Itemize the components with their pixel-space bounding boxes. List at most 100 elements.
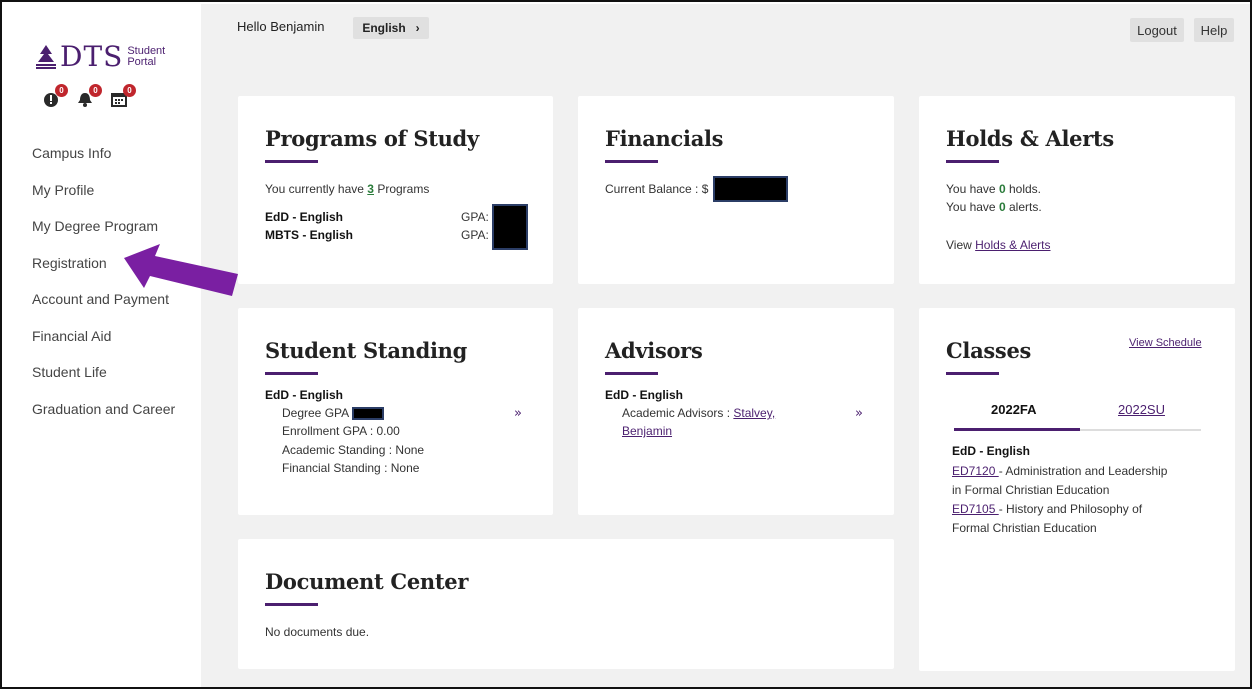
programs-summary-prefix: You currently have bbox=[265, 182, 368, 196]
redacted-balance bbox=[713, 176, 788, 202]
course-title: - History and Philosophy of bbox=[998, 502, 1143, 516]
advisors-label: Academic Advisors : bbox=[622, 406, 734, 420]
degree-gpa-label: Degree GPA bbox=[282, 406, 349, 420]
greeting: Hello Benjamin bbox=[237, 19, 325, 34]
card-title: Advisors bbox=[605, 338, 703, 363]
holds-prefix: You have bbox=[946, 182, 999, 196]
alerts-count-text: You have 0 alerts. bbox=[946, 198, 1042, 217]
advisor-name-link-2[interactable]: Benjamin bbox=[622, 424, 672, 438]
alerts-count: 0 bbox=[998, 200, 1006, 214]
annotation-arrow-icon bbox=[124, 244, 238, 296]
programs-summary-suffix: Programs bbox=[373, 182, 430, 196]
bell-icon[interactable]: 0 bbox=[76, 84, 102, 108]
title-underline bbox=[946, 372, 999, 375]
view-holds-prefix: View bbox=[946, 238, 976, 252]
top-bar: Hello Benjamin English › Logout Help bbox=[201, 4, 1250, 50]
holds-alerts-card: Holds & Alerts You have 0 holds. You hav… bbox=[919, 96, 1235, 284]
view-holds-text: View Holds & Alerts bbox=[946, 236, 1051, 255]
chevron-right-icon: › bbox=[415, 21, 420, 35]
programs-summary: You currently have 3 Programs bbox=[265, 180, 429, 199]
enrollment-gpa: Enrollment GPA : 0.00 bbox=[282, 424, 400, 438]
title-underline bbox=[265, 603, 318, 606]
classes-program: EdD - English bbox=[952, 444, 1030, 458]
program-name: EdD - English bbox=[265, 210, 343, 224]
sidebar-item-student-life[interactable]: Student Life bbox=[32, 361, 175, 398]
language-label: English bbox=[362, 21, 406, 35]
holds-count-text: You have 0 holds. bbox=[946, 180, 1041, 199]
logo-sub-portal: Portal bbox=[127, 55, 157, 68]
advisors-card: Advisors EdD - English Academic Advisors… bbox=[578, 308, 894, 515]
financials-card: Financials Current Balance : $ bbox=[578, 96, 894, 284]
sidebar-item-campus-info[interactable]: Campus Info bbox=[32, 142, 175, 179]
title-underline bbox=[946, 160, 999, 163]
advisor-name-link[interactable]: Stalvey, bbox=[733, 406, 775, 420]
portal-window: DTS Student Portal 0 0 0 Campus Info My … bbox=[0, 0, 1252, 689]
card-title: Programs of Study bbox=[265, 126, 479, 151]
programs-count[interactable]: 3 bbox=[367, 182, 374, 196]
logo-text: DTS bbox=[60, 40, 124, 73]
programs-card: Programs of Study You currently have 3 P… bbox=[238, 96, 553, 284]
tab-2022su[interactable]: 2022SU bbox=[1118, 402, 1165, 417]
sidebar-item-financial-aid[interactable]: Financial Aid bbox=[32, 325, 175, 362]
classes-card: Classes View Schedule 2022FA 2022SU EdD … bbox=[919, 308, 1235, 671]
notification-icons: 0 0 0 bbox=[42, 84, 136, 108]
language-selector[interactable]: English › bbox=[353, 17, 429, 39]
logo-subtitle: Student Portal bbox=[127, 45, 165, 68]
help-button[interactable]: Help bbox=[1194, 18, 1234, 42]
document-center-card: Document Center No documents due. bbox=[238, 539, 894, 669]
student-standing-card: Student Standing EdD - English Degree GP… bbox=[238, 308, 553, 515]
alert-count-badge: 0 bbox=[55, 84, 68, 97]
title-underline bbox=[265, 372, 318, 375]
holds-suffix: holds. bbox=[1005, 182, 1041, 196]
advisor-name-line2: Benjamin bbox=[622, 422, 672, 441]
logo-mark-icon bbox=[36, 44, 56, 69]
bell-count-badge: 0 bbox=[89, 84, 102, 97]
redacted-degree-gpa bbox=[351, 407, 384, 421]
program-name: MBTS - English bbox=[265, 228, 353, 242]
course-title: - Administration and Leadership bbox=[998, 464, 1168, 478]
alerts-prefix: You have bbox=[946, 200, 999, 214]
course-line: ED7120 - Administration and Leadership bbox=[952, 462, 1167, 481]
main-content: Hello Benjamin English › Logout Help Pro… bbox=[201, 4, 1250, 687]
calendar-count-badge: 0 bbox=[123, 84, 136, 97]
course-code-link[interactable]: ED7120 bbox=[952, 464, 999, 478]
view-schedule-link[interactable]: View Schedule bbox=[1129, 334, 1202, 353]
sidebar-item-my-profile[interactable]: My Profile bbox=[32, 179, 175, 216]
alerts-suffix: alerts. bbox=[1005, 200, 1042, 214]
degree-gpa: Degree GPA bbox=[282, 404, 384, 423]
holds-count: 0 bbox=[998, 182, 1006, 196]
title-underline bbox=[265, 160, 318, 163]
standing-program: EdD - English bbox=[265, 388, 343, 402]
alert-icon[interactable]: 0 bbox=[42, 84, 68, 108]
academic-advisors: Academic Advisors : Stalvey, bbox=[622, 404, 775, 423]
advisors-program: EdD - English bbox=[605, 388, 683, 402]
course-line: ED7105 - History and Philosophy of bbox=[952, 500, 1142, 519]
program-gpa-label: GPA: bbox=[461, 228, 489, 242]
current-balance: Current Balance : $ bbox=[605, 182, 709, 196]
course-code-link[interactable]: ED7105 bbox=[952, 502, 999, 516]
sidebar-item-graduation-and-career[interactable]: Graduation and Career bbox=[32, 398, 175, 435]
card-title: Classes bbox=[946, 338, 1032, 363]
title-underline bbox=[605, 160, 658, 163]
card-title: Financials bbox=[605, 126, 724, 151]
redacted-gpa bbox=[492, 204, 528, 250]
card-title: Holds & Alerts bbox=[946, 126, 1114, 151]
title-underline bbox=[605, 372, 658, 375]
sidebar: DTS Student Portal 0 0 0 Campus Info My … bbox=[4, 4, 201, 687]
course-title-cont: Formal Christian Education bbox=[952, 521, 1097, 535]
course-title-cont: in Formal Christian Education bbox=[952, 483, 1110, 497]
tab-2022fa[interactable]: 2022FA bbox=[991, 402, 1037, 417]
double-chevron-right-icon[interactable]: » bbox=[855, 406, 863, 421]
academic-standing: Academic Standing : None bbox=[282, 443, 425, 457]
card-title: Student Standing bbox=[265, 338, 468, 363]
program-gpa-label: GPA: bbox=[461, 210, 489, 224]
financial-standing: Financial Standing : None bbox=[282, 461, 420, 475]
documents-message: No documents due. bbox=[265, 625, 370, 639]
active-tab-indicator bbox=[954, 428, 1080, 431]
double-chevron-right-icon[interactable]: » bbox=[514, 406, 522, 421]
card-title: Document Center bbox=[265, 569, 469, 594]
calendar-icon[interactable]: 0 bbox=[110, 84, 136, 108]
logout-button[interactable]: Logout bbox=[1130, 18, 1184, 42]
dts-logo[interactable]: DTS Student Portal bbox=[34, 40, 165, 73]
view-holds-link[interactable]: Holds & Alerts bbox=[975, 238, 1050, 252]
